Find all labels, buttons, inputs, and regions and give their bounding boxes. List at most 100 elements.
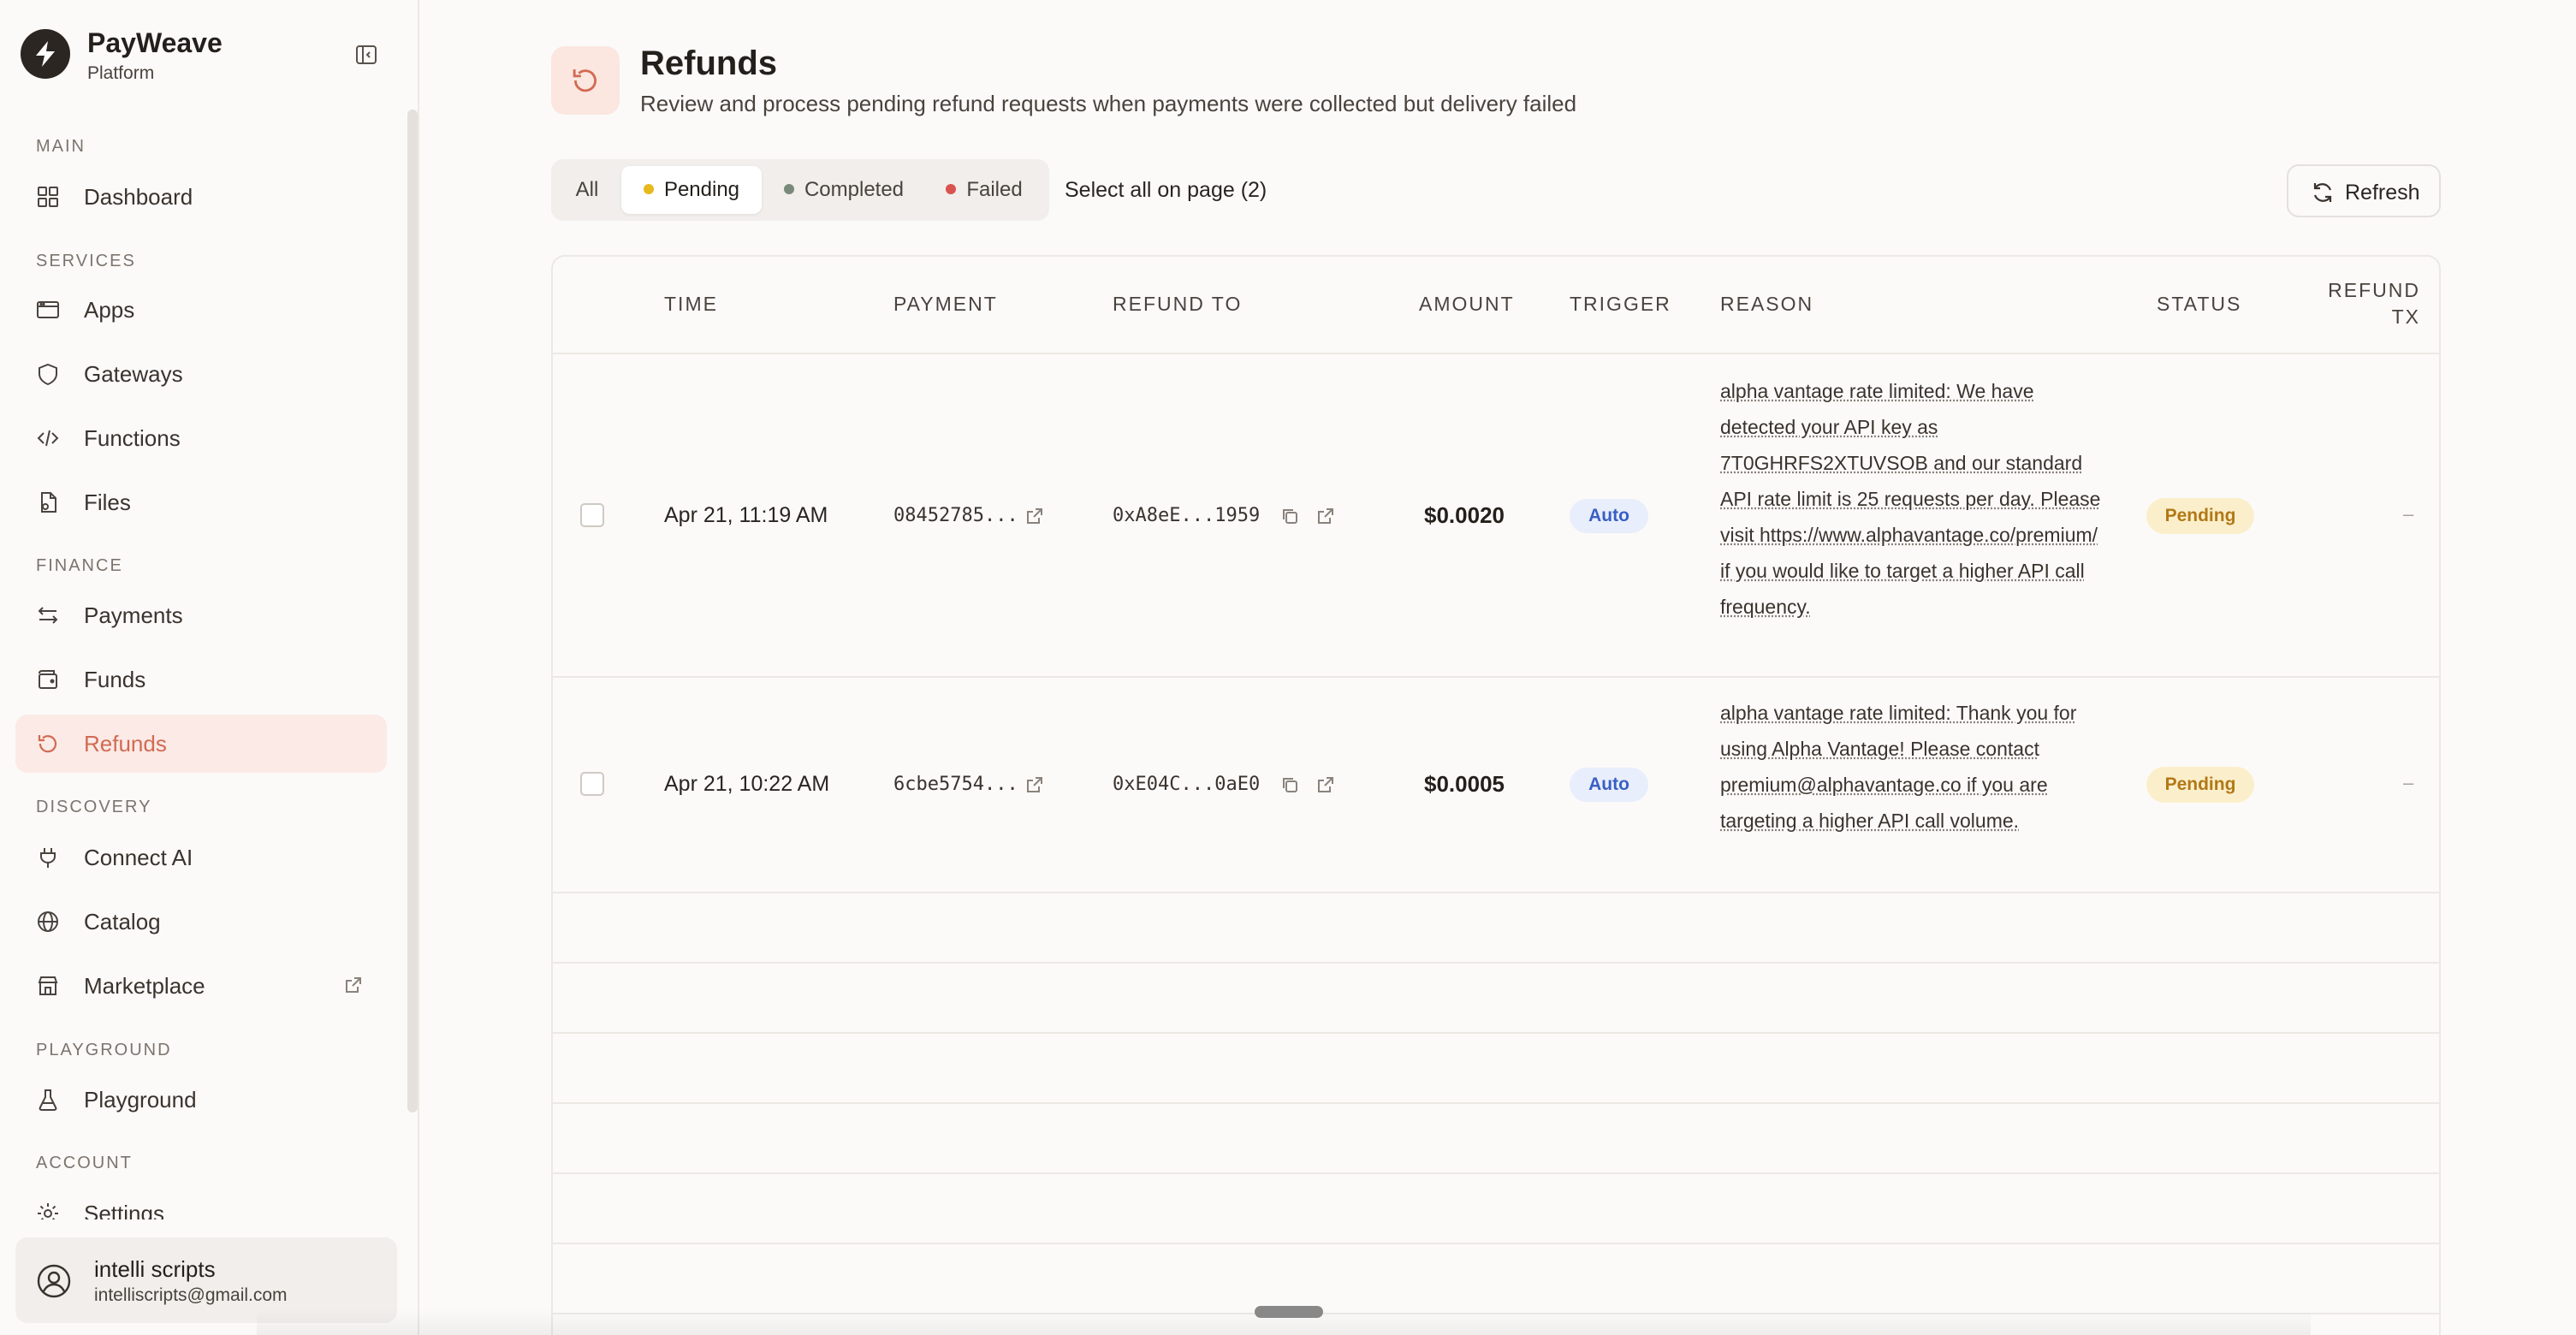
row-time: Apr 21, 10:22 AM xyxy=(664,772,830,796)
sidebar-item-payments[interactable]: Payments xyxy=(15,586,387,644)
brand-name: PayWeave xyxy=(87,27,223,58)
refunds-table: TIME PAYMENT REFUND TO AMOUNT TRIGGER RE… xyxy=(551,255,2441,1335)
filter-tab-pending[interactable]: Pending xyxy=(621,166,762,214)
sidebar-item-label: Files xyxy=(84,490,131,515)
row-reason[interactable]: alpha vantage rate limited: Thank you fo… xyxy=(1720,695,2105,839)
sidebar-item-label: Functions xyxy=(84,425,181,451)
empty-row-divider xyxy=(553,1102,2439,1104)
sidebar-item-connect-ai[interactable]: Connect AI xyxy=(15,828,387,887)
sidebar-item-dashboard[interactable]: Dashboard xyxy=(15,168,387,226)
column-header-trigger[interactable]: TRIGGER xyxy=(1570,293,1671,316)
empty-row-divider xyxy=(553,1032,2439,1034)
page-subtitle: Review and process pending refund reques… xyxy=(640,91,1577,116)
horizontal-scrollbar-thumb[interactable] xyxy=(1255,1306,1323,1318)
refund-icon xyxy=(38,735,57,753)
app-window-icon xyxy=(37,301,59,318)
refresh-icon xyxy=(2313,183,2332,202)
user-avatar-icon xyxy=(37,1264,71,1298)
sidebar-item-settings[interactable]: Settings xyxy=(15,1184,387,1219)
sidebar-item-funds[interactable]: Funds xyxy=(15,650,387,709)
external-link-icon xyxy=(346,977,361,993)
row-divider xyxy=(553,892,2439,893)
filter-tab-failed[interactable]: Failed xyxy=(931,166,1037,214)
row-select-checkbox[interactable] xyxy=(580,503,604,527)
empty-row-divider xyxy=(553,1172,2439,1174)
column-header-label: TX xyxy=(2391,306,2420,328)
column-header-label: REFUND xyxy=(2328,279,2420,301)
sidebar-item-label: Refunds xyxy=(84,731,167,756)
page-title: Refunds xyxy=(640,44,777,82)
row-amount: $0.0020 xyxy=(1424,502,1505,528)
user-email: intelliscripts@gmail.com xyxy=(94,1285,288,1305)
external-link-icon[interactable] xyxy=(1316,775,1335,794)
sidebar-item-files[interactable]: Files xyxy=(15,473,387,531)
trigger-badge: Auto xyxy=(1570,499,1648,533)
shield-icon xyxy=(39,363,57,386)
refund-icon xyxy=(551,46,620,115)
status-filter-tabs: All Pending Completed Failed xyxy=(551,159,1049,221)
plug-icon xyxy=(40,848,56,868)
column-header-amount[interactable]: AMOUNT xyxy=(1419,293,1515,316)
sidebar-item-label: Dashboard xyxy=(84,184,193,210)
store-icon xyxy=(38,976,58,995)
copy-icon[interactable] xyxy=(1280,775,1299,794)
sidebar-item-apps[interactable]: Apps xyxy=(15,281,387,339)
row-time: Apr 21, 11:19 AM xyxy=(664,503,828,527)
refresh-label: Refresh xyxy=(2345,181,2420,205)
status-badge: Pending xyxy=(2146,767,2254,803)
failed-dot-icon xyxy=(946,184,957,194)
row-select-checkbox[interactable] xyxy=(580,772,604,796)
trigger-badge: Auto xyxy=(1570,768,1648,802)
row-amount: $0.0005 xyxy=(1424,771,1505,797)
sidebar-item-label: Catalog xyxy=(84,909,161,934)
sidebar-item-catalog[interactable]: Catalog xyxy=(15,893,387,951)
transfer-arrows-icon xyxy=(38,607,58,624)
external-link-icon[interactable] xyxy=(1316,507,1335,525)
nav-section-playground: PLAYGROUND xyxy=(36,1041,172,1059)
filter-tab-label: Completed xyxy=(804,178,905,201)
column-header-payment[interactable]: PAYMENT xyxy=(893,293,998,316)
payment-id-link[interactable]: 08452785... xyxy=(893,505,1018,526)
sidebar-item-functions[interactable]: Functions xyxy=(15,409,387,467)
sidebar-item-playground[interactable]: Playground xyxy=(15,1071,387,1129)
external-link-icon[interactable] xyxy=(1025,507,1044,525)
refresh-button[interactable]: Refresh xyxy=(2287,164,2441,217)
sidebar-scrollbar[interactable] xyxy=(407,110,418,1112)
file-icon xyxy=(41,492,56,513)
sidebar-item-refunds[interactable]: Refunds xyxy=(15,715,387,773)
row-refund-tx: – xyxy=(2403,772,2414,793)
sidebar-item-label: Apps xyxy=(84,297,135,323)
empty-row-divider xyxy=(553,1243,2439,1244)
nav-section-discovery: DISCOVERY xyxy=(36,798,152,816)
user-name: intelli scripts xyxy=(94,1256,216,1282)
payment-id-link[interactable]: 6cbe5754... xyxy=(893,774,1018,795)
refund-to-address: 0xA8eE...1959 xyxy=(1113,505,1261,526)
row-reason[interactable]: alpha vantage rate limited: We have dete… xyxy=(1720,373,2105,625)
filter-tab-label: Pending xyxy=(663,178,740,201)
copy-icon[interactable] xyxy=(1280,507,1299,525)
filter-tab-all[interactable]: All xyxy=(561,166,613,214)
sidebar-item-label: Funds xyxy=(84,667,146,692)
brand-subtitle: Platform xyxy=(87,63,155,83)
column-header-reason[interactable]: REASON xyxy=(1720,293,1813,316)
filter-tab-completed[interactable]: Completed xyxy=(770,166,917,214)
sidebar-item-gateways[interactable]: Gateways xyxy=(15,345,387,403)
pending-dot-icon xyxy=(643,184,654,194)
column-header-time[interactable]: TIME xyxy=(664,293,718,316)
external-link-icon[interactable] xyxy=(1025,775,1044,794)
gear-icon xyxy=(38,1203,58,1219)
row-divider xyxy=(553,676,2439,678)
column-header-refund-tx[interactable]: REFUND TX xyxy=(2323,279,2420,329)
nav-section-services: SERVICES xyxy=(36,252,136,270)
sidebar-item-marketplace[interactable]: Marketplace xyxy=(15,957,387,1015)
sidebar-item-label: Playground xyxy=(84,1087,197,1112)
select-all-on-page-button[interactable]: Select all on page (2) xyxy=(1065,178,1267,203)
column-header-status[interactable]: STATUS xyxy=(2157,293,2241,316)
column-header-refund-to[interactable]: REFUND TO xyxy=(1113,293,1242,316)
completed-dot-icon xyxy=(783,184,794,194)
sidebar-nav: MAIN Dashboard SERVICES Apps Gateways Fu… xyxy=(0,128,407,1219)
sidebar-item-label: Settings xyxy=(84,1201,164,1219)
sidebar-collapse-button[interactable] xyxy=(351,39,382,70)
row-refund-tx: – xyxy=(2403,503,2414,525)
brand[interactable]: PayWeave Platform xyxy=(21,26,397,83)
